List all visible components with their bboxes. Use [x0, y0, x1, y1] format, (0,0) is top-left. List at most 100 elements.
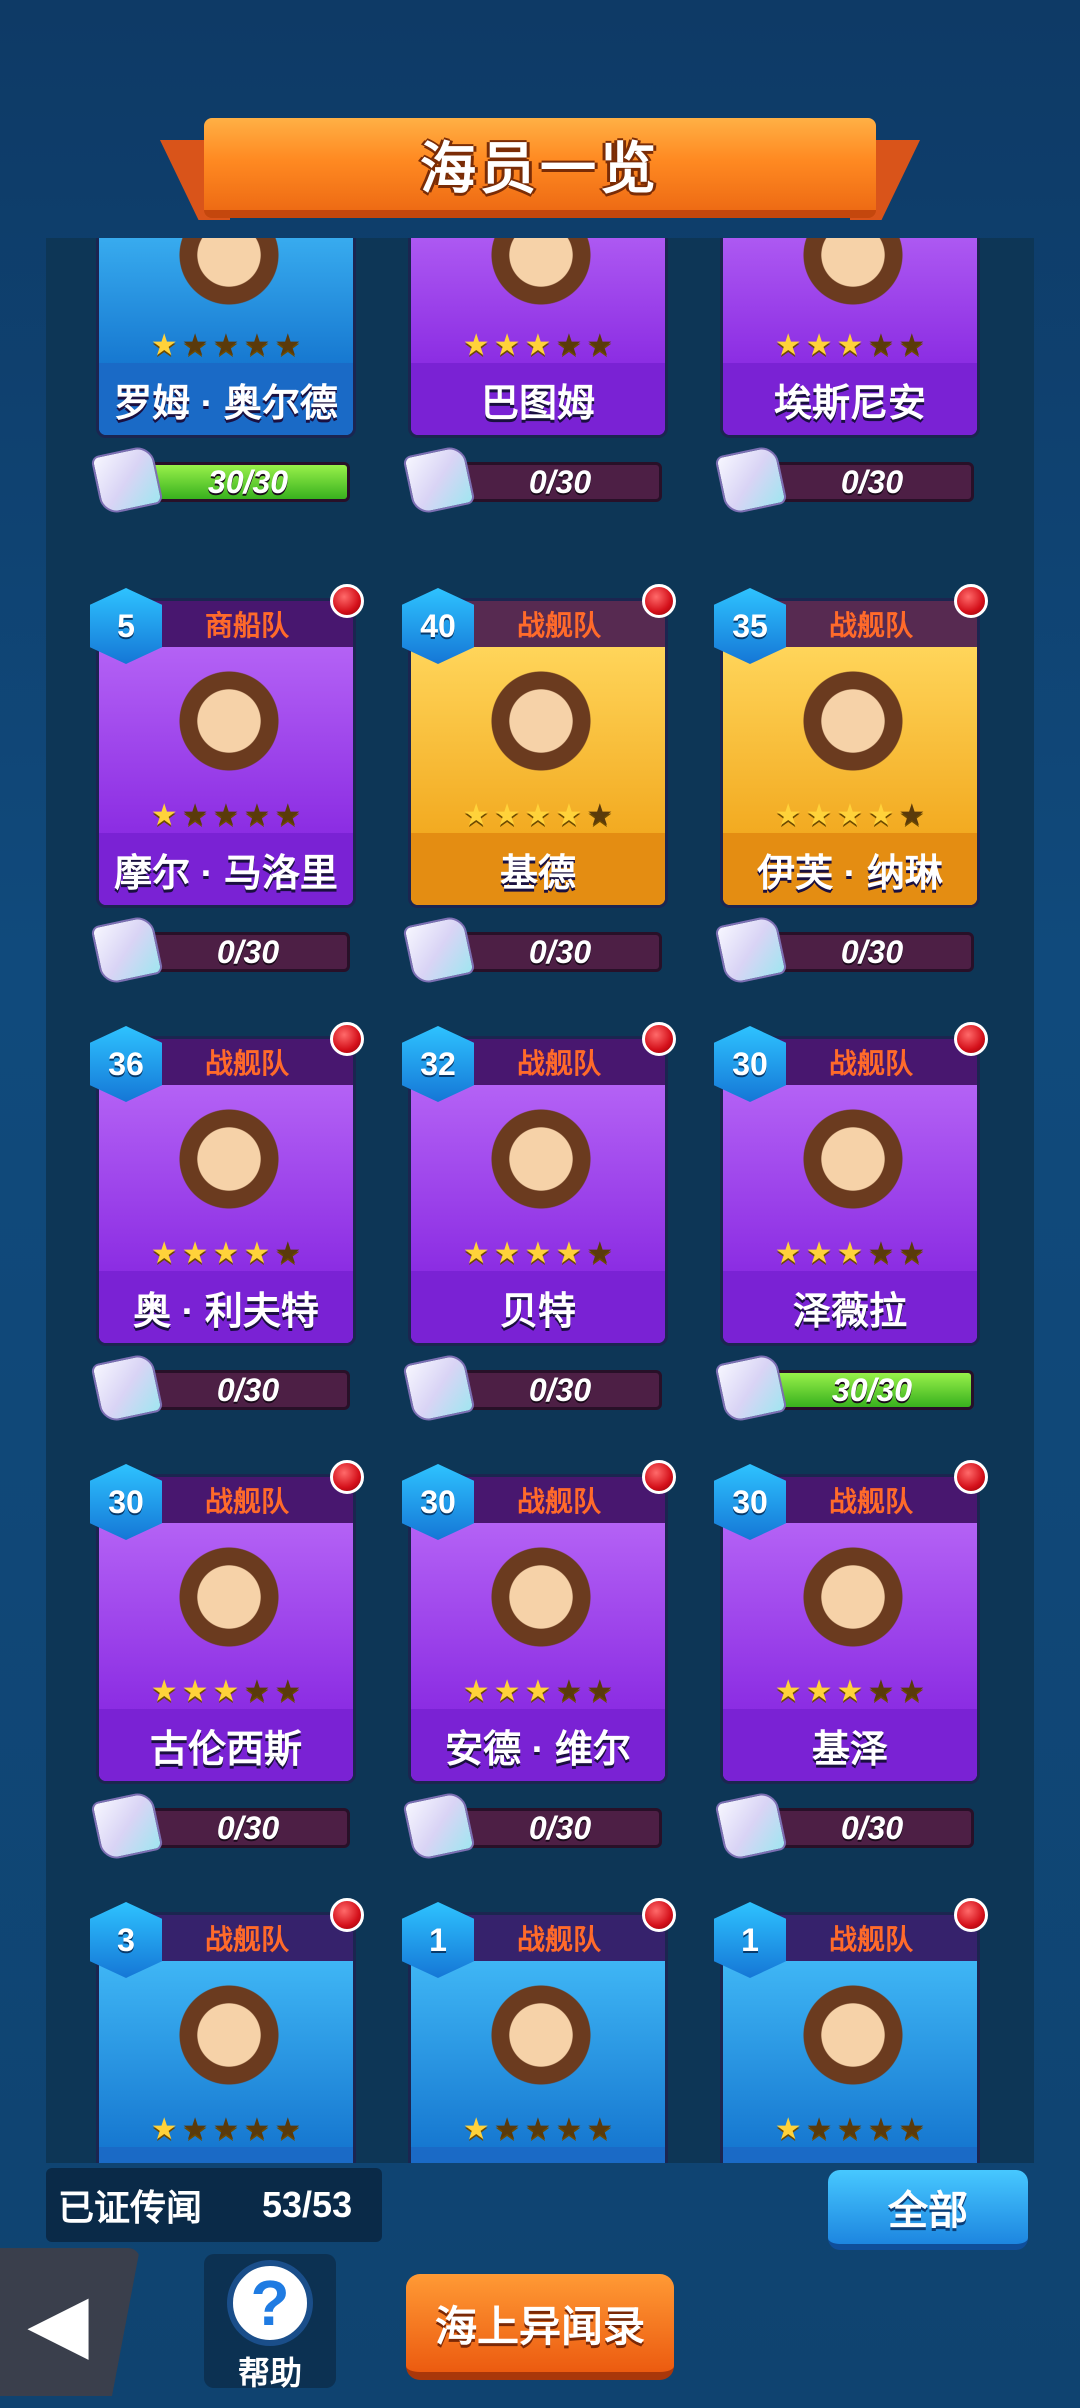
star-icon: ★	[274, 2113, 302, 2146]
notification-dot	[642, 1022, 676, 1056]
faction-label: 战舰队	[141, 1477, 353, 1523]
notification-dot	[954, 1022, 988, 1056]
star-icon: ★	[867, 799, 895, 832]
star-icon: ★	[774, 799, 802, 832]
fragment-progress: 0/30	[90, 1790, 356, 1862]
star-icon: ★	[586, 1675, 614, 1708]
sea-log-button[interactable]: 海上异闻录	[406, 2274, 674, 2380]
crew-portrait-area: ★ ★ ★ ★ ★	[723, 647, 977, 839]
title-banner: 海员一览	[160, 112, 920, 232]
help-label: 帮助	[237, 2355, 302, 2391]
star-icon: ★	[774, 2113, 802, 2146]
faction-label: 战舰队	[765, 601, 977, 647]
faction-label: 战舰队	[453, 1477, 665, 1523]
star-rating: ★ ★ ★ ★ ★	[723, 1236, 977, 1271]
crew-avatar	[481, 667, 601, 787]
puzzle-piece-icon	[90, 914, 164, 986]
star-icon: ★	[462, 1675, 490, 1708]
star-icon: ★	[836, 2113, 864, 2146]
star-rating: ★ ★ ★ ★ ★	[99, 798, 353, 833]
fragment-progress: 0/30	[714, 914, 980, 986]
crew-name: 埃斯尼安	[723, 363, 977, 435]
crew-avatar	[793, 1105, 913, 1225]
puzzle-piece-icon	[402, 1352, 476, 1424]
crew-avatar	[169, 1981, 289, 2101]
star-icon: ★	[493, 799, 521, 832]
star-icon: ★	[586, 329, 614, 362]
star-icon: ★	[836, 1675, 864, 1708]
star-rating: ★ ★ ★ ★ ★	[723, 2112, 977, 2147]
back-button[interactable]: ◀	[0, 2248, 140, 2396]
progress-text: 0/30	[216, 1809, 280, 1846]
crew-avatar	[169, 1543, 289, 1663]
star-icon: ★	[462, 1237, 490, 1270]
faction-label: 商船队	[141, 601, 353, 647]
crew-portrait-area: ★ ★ ★ ★ ★	[99, 1085, 353, 1277]
fragment-progress: 30/30	[714, 1352, 980, 1424]
star-icon: ★	[181, 329, 209, 362]
star-icon: ★	[181, 1237, 209, 1270]
faction-label: 战舰队	[453, 601, 665, 647]
progress-text: 0/30	[528, 463, 592, 500]
star-icon: ★	[555, 1237, 583, 1270]
star-icon: ★	[243, 2113, 271, 2146]
star-icon: ★	[524, 2113, 552, 2146]
crew-avatar	[793, 1981, 913, 2101]
star-icon: ★	[867, 1675, 895, 1708]
notification-dot	[330, 1460, 364, 1494]
progress-bar: 0/30	[770, 462, 974, 502]
star-icon: ★	[243, 799, 271, 832]
fragment-progress: 30/30	[90, 444, 356, 516]
faction-label: 战舰队	[453, 1915, 665, 1961]
help-button[interactable]: ? 帮助	[204, 2254, 336, 2391]
crew-portrait-area: ★ ★ ★ ★ ★	[411, 238, 665, 369]
crew-avatar	[481, 238, 601, 321]
star-icon: ★	[586, 2113, 614, 2146]
crew-avatar	[481, 1105, 601, 1225]
crew-portrait-area: ★ ★ ★ ★ ★	[99, 1961, 353, 2153]
star-icon: ★	[274, 1675, 302, 1708]
puzzle-piece-icon	[402, 1790, 476, 1862]
crew-portrait-area: ★ ★ ★ ★ ★	[723, 238, 977, 369]
star-icon: ★	[774, 329, 802, 362]
star-icon: ★	[181, 2113, 209, 2146]
crew-portrait-area: ★ ★ ★ ★ ★	[723, 1961, 977, 2153]
star-icon: ★	[898, 799, 926, 832]
star-icon: ★	[836, 329, 864, 362]
progress-text: 0/30	[216, 1371, 280, 1408]
star-icon: ★	[898, 1675, 926, 1708]
crew-name	[411, 2147, 665, 2163]
crew-portrait-area: ★ ★ ★ ★ ★	[99, 647, 353, 839]
crew-name: 巴图姆	[411, 363, 665, 435]
crew-card-frame: ★ ★ ★ ★ ★ 巴图姆	[408, 238, 668, 438]
star-rating: ★ ★ ★ ★ ★	[99, 1236, 353, 1271]
progress-bar: 30/30	[770, 1370, 974, 1410]
notification-dot	[642, 1898, 676, 1932]
crew-avatar	[481, 1981, 601, 2101]
progress-bar: 0/30	[458, 932, 662, 972]
progress-text: 0/30	[528, 1371, 592, 1408]
fragment-progress: 0/30	[402, 444, 668, 516]
notification-dot	[330, 584, 364, 618]
crew-card-frame: ★ ★ ★ ★ ★ 罗姆 · 奥尔德	[96, 238, 356, 438]
star-icon: ★	[867, 1237, 895, 1270]
star-icon: ★	[586, 799, 614, 832]
notification-dot	[330, 1898, 364, 1932]
crew-avatar	[793, 1543, 913, 1663]
crew-grid[interactable]: ★ ★ ★ ★ ★ 罗姆 · 奥尔德 30/30 ★ ★ ★ ★ ★ 巴图姆 0/30 ★ ★ ★ ★ ★ 埃斯尼安 0…	[46, 238, 1034, 2163]
faction-label: 战舰队	[765, 1477, 977, 1523]
star-rating: ★ ★ ★ ★ ★	[723, 798, 977, 833]
crew-name: 罗姆 · 奥尔德	[99, 363, 353, 435]
crew-portrait-area: ★ ★ ★ ★ ★	[411, 1523, 665, 1715]
star-icon: ★	[150, 799, 178, 832]
back-arrow-icon: ◀	[27, 2277, 89, 2367]
crew-portrait-area: ★ ★ ★ ★ ★	[411, 1961, 665, 2153]
star-rating: ★ ★ ★ ★ ★	[411, 2112, 665, 2147]
filter-all-button[interactable]: 全部	[828, 2170, 1028, 2250]
star-icon: ★	[212, 2113, 240, 2146]
star-icon: ★	[212, 1237, 240, 1270]
fragment-progress: 0/30	[714, 1790, 980, 1862]
star-icon: ★	[898, 2113, 926, 2146]
star-icon: ★	[524, 799, 552, 832]
star-icon: ★	[212, 1675, 240, 1708]
